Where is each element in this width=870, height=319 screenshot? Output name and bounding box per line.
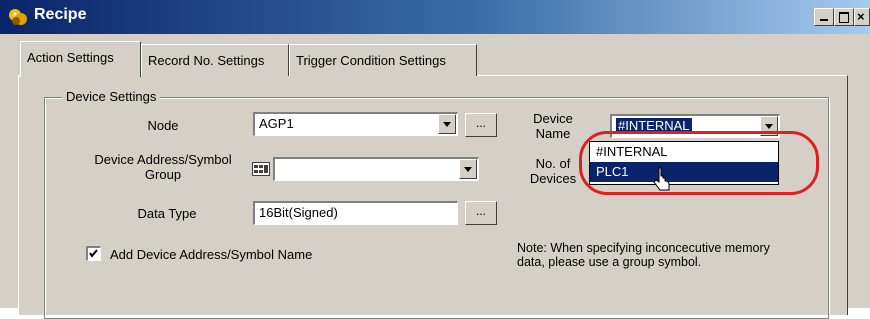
close-button[interactable]: × xyxy=(854,8,870,26)
data-type-field[interactable]: 16Bit(Signed) xyxy=(253,201,458,225)
data-type-label: Data Type xyxy=(137,206,197,221)
device-address-label-line2: Group xyxy=(144,167,182,182)
maximize-icon xyxy=(839,12,849,23)
minimize-icon xyxy=(820,19,828,21)
minimize-button[interactable] xyxy=(814,8,834,26)
highlight-callout xyxy=(579,131,819,195)
data-type-browse-button[interactable]: ... xyxy=(465,201,497,225)
tab-action-settings[interactable]: Action Settings xyxy=(20,41,141,77)
device-address-label: Device Address/Symbol Group xyxy=(78,152,248,182)
title-bar[interactable]: Recipe × xyxy=(0,0,870,34)
window-title: Recipe xyxy=(34,6,87,23)
recipe-app-icon xyxy=(9,9,27,25)
device-settings-title: Device Settings xyxy=(62,89,161,104)
tab-trigger-condition-settings[interactable]: Trigger Condition Settings xyxy=(289,44,477,76)
device-address-dropdown-button[interactable] xyxy=(459,159,477,179)
address-input-mode-button[interactable] xyxy=(250,158,272,180)
close-icon: × xyxy=(857,9,865,24)
note-text: Note: When specifying inconcecutive memo… xyxy=(517,241,770,269)
device-name-label-line2: Name xyxy=(535,126,571,141)
node-select[interactable]: AGP1 xyxy=(253,112,458,136)
node-browse-button[interactable]: ... xyxy=(465,113,497,137)
data-type-value: 16Bit(Signed) xyxy=(259,205,338,220)
checkmark-icon xyxy=(89,249,98,258)
node-value: AGP1 xyxy=(259,116,294,131)
node-dropdown-button[interactable] xyxy=(438,114,456,134)
device-name-label: Device Name xyxy=(518,111,588,141)
add-symbol-checkbox[interactable] xyxy=(86,246,101,261)
node-label: Node xyxy=(147,118,179,133)
add-symbol-label: Add Device Address/Symbol Name xyxy=(110,247,313,262)
maximize-button[interactable] xyxy=(834,8,854,26)
address-grid-icon xyxy=(252,162,270,176)
device-name-label-line1: Device xyxy=(533,111,573,126)
device-address-select[interactable] xyxy=(273,157,479,181)
device-address-label-line1: Device Address/Symbol xyxy=(94,152,232,167)
tab-record-no-settings[interactable]: Record No. Settings xyxy=(141,44,289,76)
recipe-window: Recipe × Action Settings Record No. Sett… xyxy=(0,0,870,319)
